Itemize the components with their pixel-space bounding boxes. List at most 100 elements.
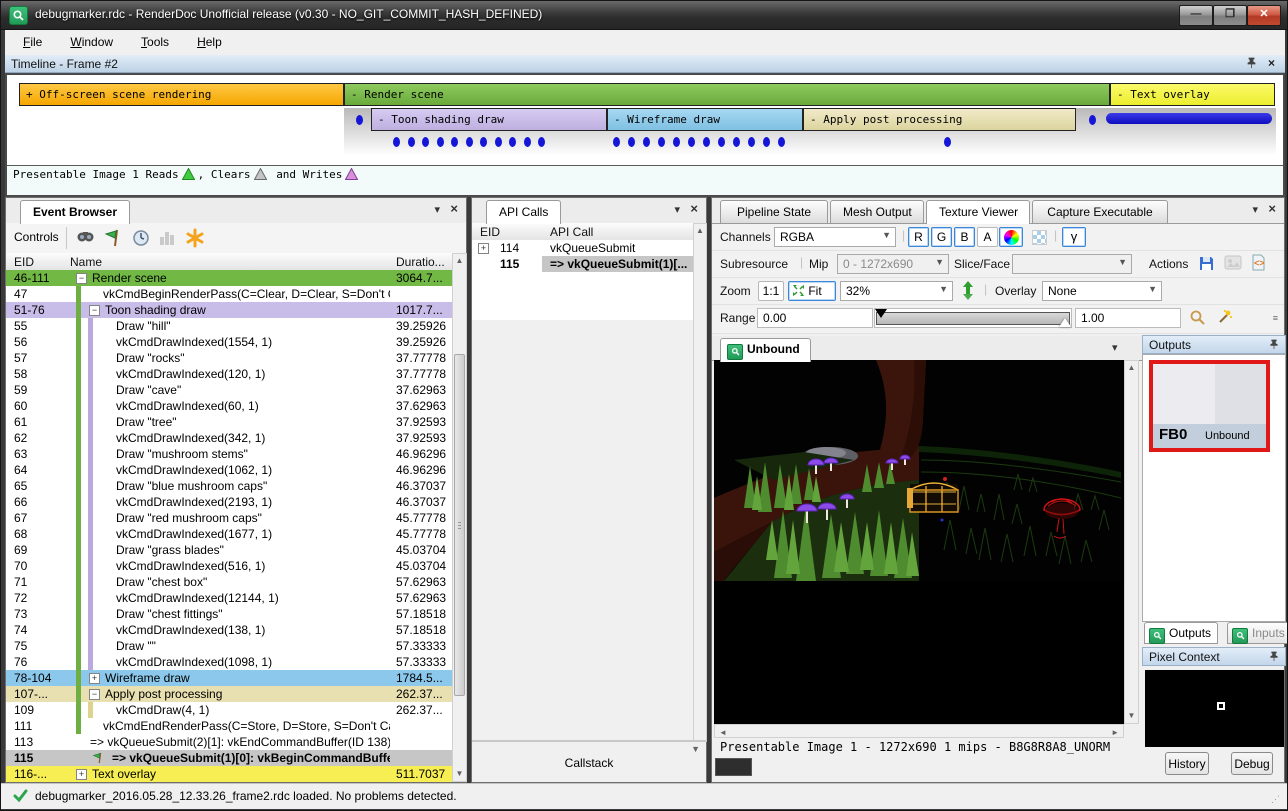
table-row[interactable]: 72vkCmdDrawIndexed(12144, 1)57.62963 [6,590,452,606]
table-row[interactable]: 62vkCmdDrawIndexed(342, 1)37.92593 [6,430,452,446]
pixel-context-view[interactable] [1145,670,1284,747]
timeline-marker-bar[interactable]: - Wireframe draw [607,108,803,131]
api-call-row[interactable]: 115=> vkQueueSubmit(1)[... [472,256,694,272]
close-icon[interactable]: × [690,201,698,216]
table-row[interactable]: 65Draw "blue mushroom caps"46.37037 [6,478,452,494]
pin-icon[interactable] [1269,651,1279,665]
table-row[interactable]: 111vkCmdEndRenderPass(C=Store, D=Store, … [6,718,452,734]
event-browser-scrollbar[interactable]: ▲ ▼ [452,253,467,782]
draw-event-dot[interactable] [628,137,635,147]
channel-r-button[interactable]: R [908,227,929,247]
tab-unbound-texture[interactable]: Unbound [720,338,811,362]
table-row[interactable]: 70vkCmdDrawIndexed(516, 1)45.03704 [6,558,452,574]
draw-event-dot[interactable] [613,137,620,147]
table-row[interactable]: 60vkCmdDrawIndexed(60, 1)37.62963 [6,398,452,414]
draw-event-dot[interactable] [703,137,710,147]
outputs-panel-header[interactable]: Outputs [1142,335,1286,354]
draw-event-dot[interactable] [658,137,665,147]
tab-api-calls[interactable]: API Calls [486,200,561,224]
scroll-right-icon[interactable]: ► [1111,728,1119,737]
zoom-1-1-button[interactable]: 1:1 [758,281,784,301]
table-row[interactable]: 69Draw "grass blades"45.03704 [6,542,452,558]
menu-file[interactable]: File [13,30,52,55]
gamma-button[interactable]: γ [1062,227,1086,247]
resize-grip[interactable]: ⋰ [1271,794,1280,805]
column-name[interactable]: Name [70,255,102,269]
table-row[interactable]: 75Draw ""57.33333 [6,638,452,654]
draw-event-dot[interactable] [944,137,951,147]
table-row[interactable]: 59Draw "cave"37.62963 [6,382,452,398]
timeline-body[interactable]: + Off-screen scene rendering- Render sce… [5,73,1285,197]
timeline-marker-bar[interactable]: - Apply post processing [803,108,1076,131]
options-asterisk-icon[interactable] [184,227,208,251]
scroll-up-icon[interactable]: ▲ [694,224,706,238]
collapse-icon[interactable]: − [76,273,87,284]
channel-a-button[interactable]: A [977,227,998,247]
tab-capture-executable[interactable]: Capture Executable [1032,200,1168,223]
overflow-icon[interactable]: ≡ [1273,313,1278,323]
column-eid[interactable]: EID [14,255,34,269]
table-row[interactable]: 67Draw "red mushroom caps"45.77778 [6,510,452,526]
draw-event-dot[interactable] [509,137,516,147]
column-api-call[interactable]: API Call [550,225,593,239]
timeline-panel-header[interactable]: Timeline - Frame #2 × [5,55,1285,73]
scroll-up-icon[interactable]: ▲ [1125,361,1138,375]
pin-icon[interactable] [1269,339,1279,353]
chevron-down-icon[interactable]: ▾ [434,203,440,216]
tab-pipeline-state[interactable]: Pipeline State [720,200,828,223]
zoom-fit-button[interactable]: Fit [788,281,836,301]
expand-icon[interactable]: + [478,243,489,254]
draw-event-dot[interactable] [466,137,473,147]
texture-display[interactable] [714,360,1124,724]
table-row[interactable]: 56vkCmdDrawIndexed(1554, 1)39.25926 [6,334,452,350]
collapse-icon[interactable]: − [89,689,100,700]
close-icon[interactable]: × [1268,201,1276,216]
table-row[interactable]: 73Draw "chest fittings"57.18518 [6,606,452,622]
table-row[interactable]: 58vkCmdDrawIndexed(120, 1)37.77778 [6,366,452,382]
draw-events-pill[interactable] [1106,113,1272,124]
api-call-row[interactable]: +114vkQueueSubmit [472,240,694,256]
range-min-field[interactable]: 0.00 [757,308,873,328]
scrollbar-thumb[interactable] [454,354,465,696]
table-row[interactable]: 46-111−Render scene3064.7... [6,270,452,286]
draw-event-dot[interactable] [393,137,400,147]
scroll-down-icon[interactable]: ▼ [1125,709,1138,723]
table-row[interactable]: 55Draw "hill"39.25926 [6,318,452,334]
table-row[interactable]: 115=> vkQueueSubmit(1)[0]: vkBeginComman… [6,750,452,766]
debug-button[interactable]: Debug [1231,752,1273,775]
draw-event-dot[interactable] [408,137,415,147]
draw-event-dot[interactable] [643,137,650,147]
table-row[interactable]: 47vkCmdBeginRenderPass(C=Clear, D=Clear,… [6,286,452,302]
table-row[interactable]: 66vkCmdDrawIndexed(2193, 1)46.37037 [6,494,452,510]
table-row[interactable]: 107-...−Apply post processing262.37... [6,686,452,702]
draw-event-dot[interactable] [495,137,502,147]
draw-event-dot[interactable] [778,137,785,147]
draw-event-dot[interactable] [437,137,444,147]
table-row[interactable]: 113=> vkQueueSubmit(2)[1]: vkEndCommandB… [6,734,452,750]
draw-event-dot[interactable] [688,137,695,147]
column-duration[interactable]: Duratio... [396,255,445,269]
draw-event-dot[interactable] [718,137,725,147]
alpha-checker-icon[interactable] [1027,227,1051,247]
channel-b-button[interactable]: B [954,227,975,247]
draw-event-dot[interactable] [451,137,458,147]
range-max-field[interactable]: 1.00 [1075,308,1181,328]
bookmark-flag-icon[interactable] [102,227,126,251]
close-icon[interactable]: × [1268,56,1275,70]
pin-icon[interactable] [1246,57,1257,72]
save-icon[interactable] [1198,255,1215,275]
menu-help[interactable]: Help [187,30,232,55]
table-row[interactable]: 61Draw "tree"37.92593 [6,414,452,430]
table-row[interactable]: 63Draw "mushroom stems"46.96296 [6,446,452,462]
scroll-left-icon[interactable]: ◄ [719,728,727,737]
range-slider[interactable] [874,308,1072,328]
menu-window[interactable]: Window [60,30,123,55]
table-row[interactable]: 68vkCmdDrawIndexed(1677, 1)45.77778 [6,526,452,542]
timer-clock-icon[interactable] [130,227,154,251]
column-eid[interactable]: EID [480,225,500,239]
channel-g-button[interactable]: G [931,227,952,247]
expand-icon[interactable]: + [89,673,100,684]
zoom-range-icon[interactable] [1189,309,1207,330]
timeline-marker-bar[interactable]: + Off-screen scene rendering [19,83,344,106]
table-row[interactable]: 51-76−Toon shading draw1017.7... [6,302,452,318]
